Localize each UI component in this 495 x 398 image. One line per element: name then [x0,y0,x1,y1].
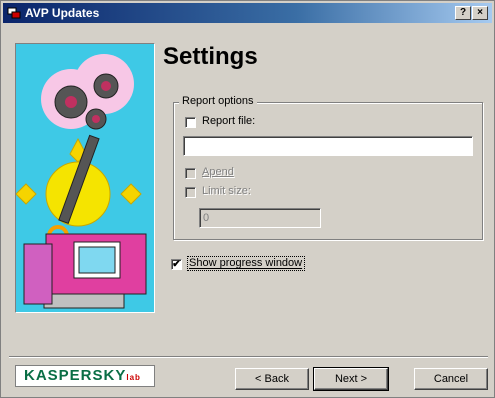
wizard-illustration [15,43,155,313]
title-bar[interactable]: AVP Updates ? × [3,3,492,23]
report-file-label[interactable]: Report file: [202,115,255,127]
report-file-input[interactable] [183,136,473,156]
wizard-window: AVP Updates ? × Settings Report options … [0,0,495,398]
next-button[interactable]: Next > [313,367,389,391]
page-title: Settings [163,43,258,70]
append-label: Apend [202,166,234,178]
logo-lab: lab [126,373,141,382]
app-icon [7,7,21,19]
gears-computer-illustration [16,54,147,309]
cancel-button[interactable]: Cancel [414,368,488,390]
show-progress-label[interactable]: Show progress window [189,257,302,269]
logo-text: KASPERSKY [24,367,127,384]
kaspersky-logo: KASPERSKYlab [15,365,155,387]
limit-size-input[interactable]: 0 [199,208,321,228]
limit-size-checkbox[interactable] [185,187,196,198]
show-progress-checkbox[interactable]: ✔ [171,259,182,270]
close-button[interactable]: × [472,6,488,20]
report-file-checkbox[interactable] [185,117,196,128]
help-button[interactable]: ? [455,6,471,20]
append-checkbox[interactable] [185,168,196,179]
limit-size-label: Limit size: [202,185,251,197]
window-title: AVP Updates [25,6,100,20]
footer-separator [9,356,488,358]
report-options-legend: Report options [179,95,257,107]
back-button[interactable]: < Back [235,368,309,390]
